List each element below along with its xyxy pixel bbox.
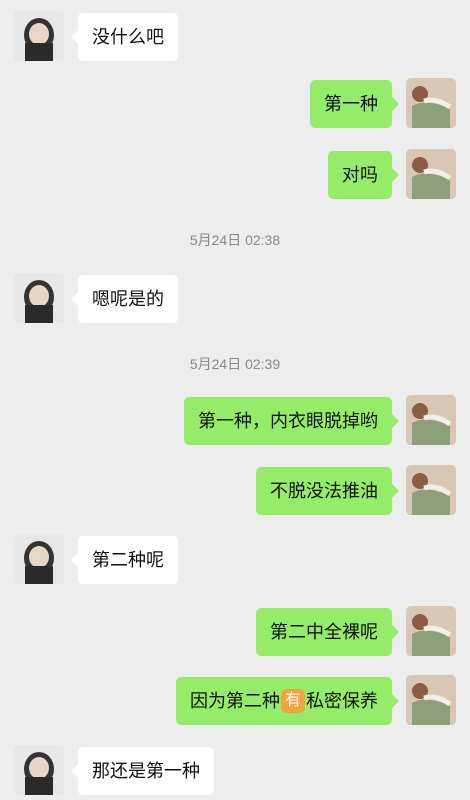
avatar-icon bbox=[14, 745, 64, 795]
message-bubble[interactable]: 嗯呢是的 bbox=[71, 275, 178, 323]
message-text-part: 因为第二种 bbox=[190, 691, 280, 711]
message-text: 那还是第一种 bbox=[92, 761, 200, 781]
avatar-icon bbox=[14, 273, 64, 323]
sender-avatar[interactable] bbox=[406, 149, 456, 199]
message-text: 第二种呢 bbox=[92, 550, 164, 570]
timestamp: 5月24日 02:39 bbox=[189, 356, 281, 372]
message-text: 没什么吧 bbox=[92, 27, 164, 47]
message-bubble[interactable]: 第二中全裸呢 bbox=[256, 608, 399, 656]
message-bubble[interactable]: 第一种 bbox=[310, 80, 399, 128]
sender-avatar[interactable] bbox=[14, 534, 64, 584]
message-text: 第一种，内衣眼脱掉哟 bbox=[198, 411, 378, 431]
incoming-message: 那还是第一种 bbox=[0, 745, 470, 799]
message-bubble[interactable]: 不脱没法推油 bbox=[256, 467, 399, 515]
outgoing-message: 因为第二种有私密保养 bbox=[0, 675, 470, 729]
photo-avatar-icon bbox=[406, 395, 456, 445]
chat-window: 没什么吧 第一种 对吗 5月24日 02:38 嗯呢是的 5月24日 02:39… bbox=[0, 0, 470, 800]
incoming-message: 嗯呢是的 bbox=[0, 273, 470, 327]
photo-avatar-icon bbox=[406, 465, 456, 515]
outgoing-message: 第一种，内衣眼脱掉哟 bbox=[0, 395, 470, 449]
message-text: 对吗 bbox=[342, 165, 378, 185]
message-bubble[interactable]: 第二种呢 bbox=[71, 536, 178, 584]
message-bubble[interactable]: 对吗 bbox=[328, 151, 399, 199]
sender-avatar[interactable] bbox=[406, 78, 456, 128]
message-text: 第一种 bbox=[324, 94, 378, 114]
avatar-icon bbox=[14, 11, 64, 61]
avatar-icon bbox=[14, 534, 64, 584]
incoming-message: 没什么吧 bbox=[0, 11, 470, 65]
message-text: 不脱没法推油 bbox=[270, 481, 378, 501]
sticker-icon: 有 bbox=[281, 689, 305, 713]
sender-avatar[interactable] bbox=[14, 273, 64, 323]
outgoing-message: 对吗 bbox=[0, 149, 470, 203]
sender-avatar[interactable] bbox=[406, 465, 456, 515]
photo-avatar-icon bbox=[406, 675, 456, 725]
message-text-part: 私密保养 bbox=[306, 691, 378, 711]
sender-avatar[interactable] bbox=[14, 11, 64, 61]
message-text: 嗯呢是的 bbox=[92, 289, 164, 309]
photo-avatar-icon bbox=[406, 606, 456, 656]
sender-avatar[interactable] bbox=[406, 606, 456, 656]
sender-avatar[interactable] bbox=[14, 745, 64, 795]
photo-avatar-icon bbox=[406, 78, 456, 128]
outgoing-message: 第一种 bbox=[0, 78, 470, 132]
sender-avatar[interactable] bbox=[406, 675, 456, 725]
incoming-message: 第二种呢 bbox=[0, 534, 470, 588]
message-bubble[interactable]: 第一种，内衣眼脱掉哟 bbox=[184, 397, 399, 445]
outgoing-message: 第二中全裸呢 bbox=[0, 606, 470, 660]
message-text: 第二中全裸呢 bbox=[270, 622, 378, 642]
message-bubble[interactable]: 没什么吧 bbox=[71, 13, 178, 61]
outgoing-message: 不脱没法推油 bbox=[0, 465, 470, 519]
photo-avatar-icon bbox=[406, 149, 456, 199]
sender-avatar[interactable] bbox=[406, 395, 456, 445]
message-bubble[interactable]: 因为第二种有私密保养 bbox=[176, 677, 399, 725]
message-bubble[interactable]: 那还是第一种 bbox=[71, 747, 214, 795]
timestamp: 5月24日 02:38 bbox=[189, 232, 281, 248]
